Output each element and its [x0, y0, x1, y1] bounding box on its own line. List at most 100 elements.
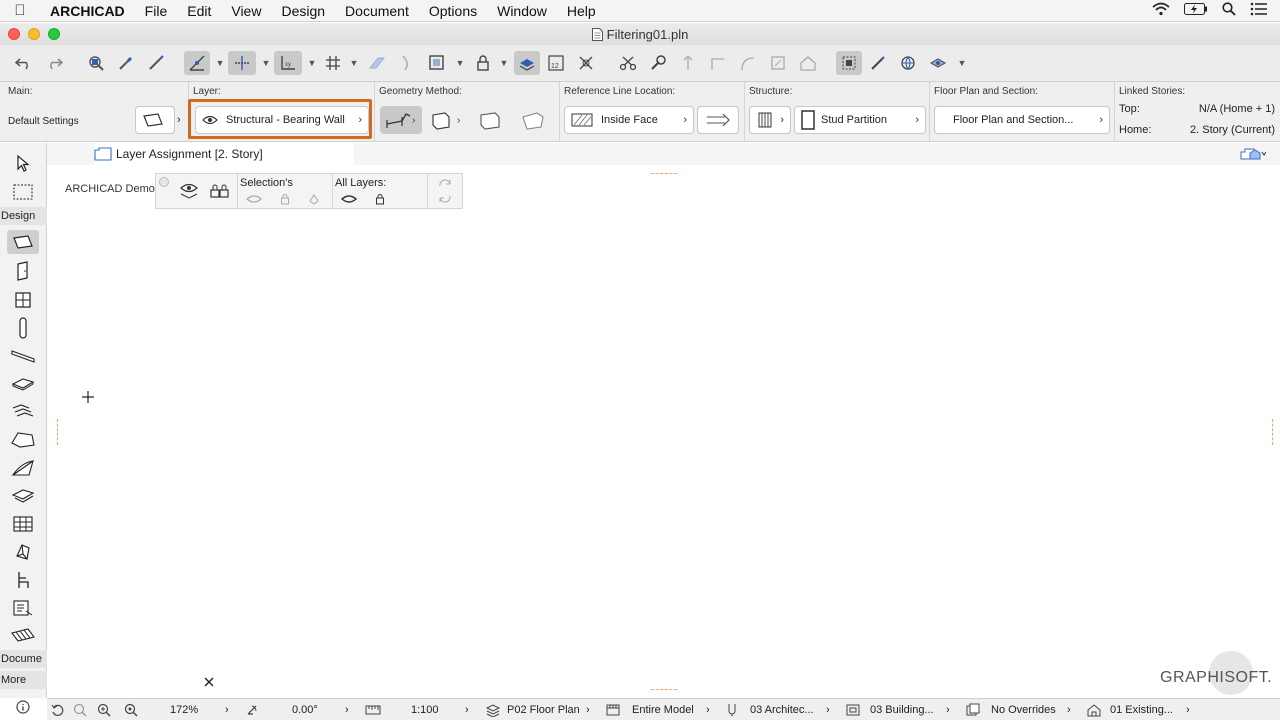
home-story-value[interactable]: 2. Story (Current) — [1165, 124, 1275, 136]
rotated-grid-button[interactable] — [366, 51, 388, 75]
renovation-filter-value[interactable]: 01 Existing... — [1110, 704, 1173, 716]
rotation-value[interactable]: 0.00° — [292, 704, 318, 716]
object-tool[interactable] — [7, 568, 39, 592]
syringe-button[interactable] — [144, 51, 168, 75]
grid-snap-button[interactable] — [322, 51, 344, 75]
more-toolbox-label[interactable]: More — [0, 671, 47, 689]
layer-settings-button[interactable] — [514, 51, 540, 75]
graphic-override-icon[interactable] — [966, 703, 980, 717]
layer-combination-value[interactable]: P02 Floor Plan — [507, 704, 580, 716]
selection-lock-icon[interactable] — [280, 193, 290, 205]
menu-edit[interactable]: Edit — [177, 3, 221, 19]
trace-button[interactable] — [184, 51, 210, 75]
door-tool[interactable] — [7, 259, 39, 283]
favorites-chevron[interactable]: › — [177, 114, 181, 126]
eyedropper-button[interactable] — [114, 51, 138, 75]
palette-close-button[interactable] — [159, 177, 169, 187]
suspend-groups-dropdown[interactable]: ▼ — [452, 51, 466, 75]
pen-set-value[interactable]: 03 Architec... — [750, 704, 814, 716]
model-view-value[interactable]: Entire Model — [632, 704, 694, 716]
zoom-forward-icon[interactable] — [73, 703, 87, 717]
mesh-tool[interactable] — [7, 484, 39, 508]
scale-icon[interactable] — [365, 704, 381, 716]
selection-hide-icon[interactable] — [246, 194, 262, 204]
structure-type-button[interactable]: › — [749, 106, 791, 134]
column-tool[interactable] — [7, 316, 39, 340]
wifi-icon[interactable] — [1152, 2, 1170, 16]
all-layers-lock-icon[interactable] — [375, 193, 385, 205]
minimize-window-button[interactable] — [28, 28, 40, 40]
grid-snap-dropdown[interactable]: ▼ — [346, 51, 360, 75]
floor-plan-dropdown[interactable]: Floor Plan and Section... › — [934, 106, 1110, 134]
document-toolbox-label[interactable]: Docume — [0, 650, 47, 668]
graphic-override-chevron[interactable]: › — [1067, 704, 1071, 716]
rotation-chevron[interactable]: › — [345, 704, 349, 716]
floor-plan-canvas[interactable]: GRAPHISOFT. — [47, 165, 1280, 698]
renovation-filter-chevron[interactable]: › — [1186, 704, 1190, 716]
geometry-polygon-button[interactable] — [516, 106, 550, 134]
tab-layer-assignment[interactable]: Layer Assignment [2. Story] — [94, 143, 354, 165]
menu-help[interactable]: Help — [557, 3, 606, 19]
layer-combination-icon[interactable] — [485, 703, 501, 717]
curtain-wall-tool[interactable] — [7, 512, 39, 536]
structure-dropdown[interactable]: Stud Partition › — [794, 106, 926, 134]
roof-button[interactable] — [796, 51, 820, 75]
beam-tool[interactable] — [7, 344, 39, 368]
intersect-button[interactable] — [706, 51, 730, 75]
favorites-button[interactable] — [135, 106, 175, 134]
zoom-window-button[interactable] — [48, 28, 60, 40]
palette-undo-icon[interactable] — [438, 193, 452, 203]
split-button[interactable] — [616, 51, 640, 75]
shell-tool[interactable] — [7, 456, 39, 480]
menu-window[interactable]: Window — [487, 3, 557, 19]
undo-button[interactable] — [12, 51, 36, 75]
battery-icon[interactable] — [1184, 3, 1208, 15]
design-toolbox-label[interactable]: Design — [0, 207, 47, 225]
navigator-button[interactable] — [1233, 145, 1273, 163]
geometry-trapezoid-button[interactable]: › — [428, 106, 466, 134]
marquee-tool[interactable] — [7, 180, 39, 204]
search-icon[interactable] — [1222, 2, 1236, 16]
scale-chevron[interactable]: › — [465, 704, 469, 716]
show-all-layers-button[interactable] — [178, 180, 200, 205]
guide-lines-button[interactable] — [228, 51, 256, 75]
zoom-chevron[interactable]: › — [225, 704, 229, 716]
menu-options[interactable]: Options — [419, 3, 487, 19]
zoom-fit-icon[interactable] — [124, 703, 138, 717]
window-tool[interactable] — [7, 288, 39, 312]
selection-button[interactable] — [836, 51, 862, 75]
slab-tool[interactable] — [7, 372, 39, 396]
adjust-button[interactable] — [646, 51, 670, 75]
roof-tool[interactable] — [7, 428, 39, 452]
morph-tool[interactable] — [7, 540, 39, 564]
stair-tool[interactable] — [7, 400, 39, 424]
fillet-button[interactable] — [736, 51, 760, 75]
zoom-in-icon[interactable] — [97, 703, 111, 717]
zoom-back-icon[interactable] — [51, 703, 65, 717]
apple-icon[interactable]:  — [0, 2, 40, 19]
pencil-button[interactable] — [866, 51, 890, 75]
zoom-value[interactable]: 172% — [170, 704, 198, 716]
selection-wireframe-icon[interactable] — [308, 193, 320, 205]
menu-file[interactable]: File — [135, 3, 178, 19]
elevate-button[interactable] — [676, 51, 700, 75]
graphic-override-value[interactable]: No Overrides — [991, 704, 1056, 716]
pen-set-chevron[interactable]: › — [826, 704, 830, 716]
close-window-button[interactable] — [8, 28, 20, 40]
guide-lines-dropdown[interactable]: ▼ — [258, 51, 272, 75]
3d-view-button[interactable] — [926, 51, 950, 75]
3d-view-dropdown[interactable]: ▼ — [954, 51, 968, 75]
wall-tool[interactable] — [7, 230, 39, 254]
scale-value[interactable]: 1:100 — [411, 704, 439, 716]
pen-set-icon[interactable] — [726, 703, 738, 717]
rotate-icon[interactable] — [245, 703, 259, 717]
magic-wand-button[interactable] — [396, 51, 418, 75]
info-circle-icon[interactable] — [14, 698, 32, 716]
layer-combination-chevron[interactable]: › — [586, 704, 590, 716]
suspend-groups-button[interactable] — [426, 51, 448, 75]
palette-redo-icon[interactable] — [438, 179, 452, 189]
menu-design[interactable]: Design — [271, 3, 335, 19]
model-view-options-icon[interactable] — [846, 704, 860, 716]
coordinate-button[interactable]: xy — [274, 51, 302, 75]
menu-view[interactable]: View — [221, 3, 271, 19]
